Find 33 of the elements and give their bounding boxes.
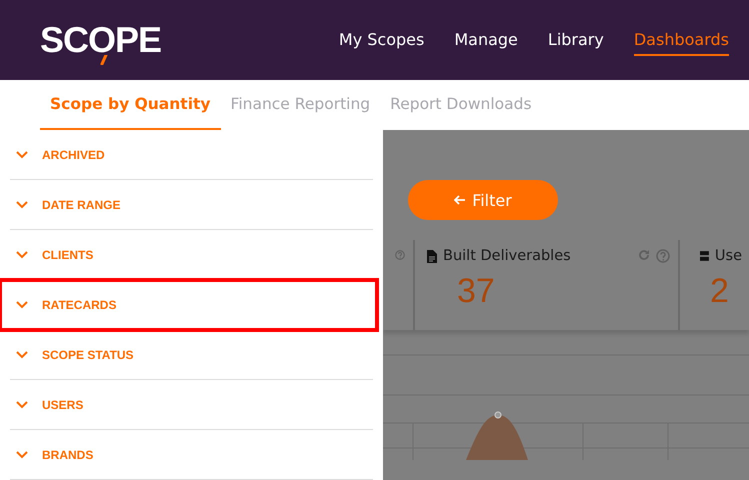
document-icon <box>427 250 437 262</box>
tab[interactable]: Finance Reporting <box>220 80 380 130</box>
filter-section[interactable]: RATECARDS <box>0 280 377 330</box>
filter-section[interactable]: SCOPE STATUS <box>10 330 373 380</box>
stat-value: 37 <box>457 272 496 311</box>
nav-link[interactable]: My Scopes <box>338 24 424 56</box>
nav-link[interactable]: Dashboards <box>634 24 729 56</box>
filter-section[interactable]: DATE RANGE <box>10 180 373 230</box>
tab[interactable]: Report Downloads <box>380 80 542 130</box>
chevron-down-icon <box>16 150 28 158</box>
chevron-down-icon <box>16 250 28 258</box>
filter-button[interactable]: Filter <box>408 180 558 220</box>
stat-value: 2 <box>710 272 730 311</box>
logo[interactable]: SCOPE <box>40 19 162 61</box>
chevron-down-icon <box>16 400 28 408</box>
stack-icon <box>700 250 709 262</box>
refresh-icon[interactable] <box>638 249 650 261</box>
logo-mark-icon <box>100 55 108 65</box>
filter-section[interactable]: CLIENTS <box>10 230 373 280</box>
stat-title: Use <box>714 248 742 264</box>
chevron-down-icon <box>16 350 28 358</box>
nav-link[interactable]: Manage <box>454 24 518 56</box>
arrow-left-icon <box>454 195 466 205</box>
chevron-down-icon <box>16 450 28 458</box>
chevron-down-icon <box>16 200 28 208</box>
help-icon[interactable] <box>656 249 670 263</box>
filter-section[interactable]: USERS <box>10 380 373 430</box>
help-icon[interactable] <box>395 248 405 262</box>
filter-section[interactable]: BRANDS <box>10 430 373 480</box>
nav-link[interactable]: Library <box>548 24 604 56</box>
filter-section[interactable]: ARCHIVED <box>10 130 373 180</box>
chevron-down-icon <box>16 300 28 308</box>
stat-title: Built Deliverables <box>443 248 571 264</box>
